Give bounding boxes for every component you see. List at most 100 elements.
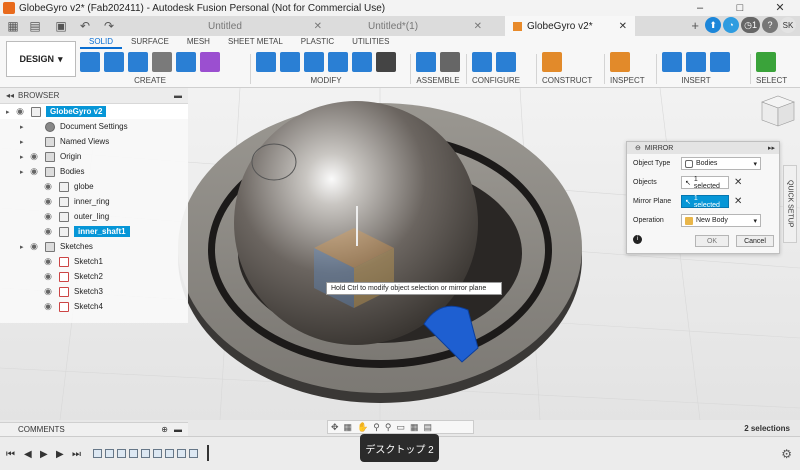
chevron-right-icon[interactable]: ▸ — [20, 153, 28, 161]
close-icon[interactable]: ✕ — [619, 21, 627, 32]
viewports-icon[interactable]: ▤ — [424, 422, 433, 433]
tree-item[interactable]: ◉ Sketch2 — [0, 269, 188, 284]
timeline-feature-icon[interactable] — [189, 449, 198, 458]
save-icon[interactable]: ▣ — [52, 17, 70, 35]
inspect-tool-0-icon[interactable] — [610, 52, 630, 72]
grid-settings-icon[interactable]: ▦ — [410, 422, 419, 433]
create-tool-3-icon[interactable] — [152, 52, 172, 72]
select-tool-0-icon[interactable] — [756, 52, 776, 72]
pan-icon[interactable]: ✋ — [357, 422, 368, 433]
play-icon[interactable]: ▶ — [40, 449, 48, 460]
tree-item[interactable]: ▸ ◉ GlobeGyro v2 — [0, 104, 188, 119]
redo-icon[interactable]: ↷ — [100, 17, 118, 35]
clear-mirror-plane-icon[interactable]: ✕ — [734, 196, 742, 207]
construct-menu[interactable]: CONSTRUCT — [542, 76, 592, 85]
ribbon-tab-mesh[interactable]: MESH — [178, 37, 219, 49]
modify-menu[interactable]: MODIFY — [256, 76, 396, 85]
tree-item[interactable]: ◉ inner_ring — [0, 194, 188, 209]
job-status-icon[interactable]: ◷ 1 — [741, 17, 760, 33]
new-tab-icon[interactable]: + — [687, 17, 703, 33]
tree-item[interactable]: ▸ ◉ Bodies — [0, 164, 188, 179]
tab-untitled[interactable]: Untitled ✕ — [200, 16, 330, 36]
create-tool-1-icon[interactable] — [104, 52, 124, 72]
modify-tool-1-icon[interactable] — [280, 52, 300, 72]
workspace-switcher[interactable]: DESIGN ▾ — [6, 41, 76, 77]
close-icon[interactable]: ✕ — [314, 21, 322, 32]
visibility-eye-icon[interactable]: ◉ — [42, 256, 54, 267]
close-window-button[interactable]: ✕ — [760, 0, 800, 16]
dialog-collapse-icon[interactable]: ⊖ — [635, 144, 641, 152]
configure-tool-0-icon[interactable] — [472, 52, 492, 72]
fit-icon[interactable]: ⚲ — [385, 422, 392, 433]
maximize-button[interactable]: □ — [720, 0, 760, 16]
tree-item[interactable]: ◉ Sketch4 — [0, 299, 188, 314]
look-at-icon[interactable]: ▦ — [344, 422, 353, 433]
quick-setup-tab[interactable]: QUICK SETUP — [783, 165, 797, 243]
construct-tool-0-icon[interactable] — [542, 52, 562, 72]
visibility-eye-icon[interactable]: ◉ — [42, 286, 54, 297]
timeline-feature-icon[interactable] — [105, 449, 114, 458]
timeline-feature-icon[interactable] — [165, 449, 174, 458]
expand-dialog-icon[interactable]: ▸▸ — [768, 144, 775, 152]
chevron-right-icon[interactable]: ▸ — [6, 108, 14, 116]
object-type-select[interactable]: Bodies ▾ — [681, 157, 761, 170]
modify-tool-4-icon[interactable] — [352, 52, 372, 72]
assemble-tool-0-icon[interactable] — [416, 52, 436, 72]
tab-globegyro[interactable]: GlobeGyro v2* ✕ — [505, 16, 635, 36]
ribbon-tab-surface[interactable]: SURFACE — [122, 37, 178, 49]
timeline-feature-icon[interactable] — [177, 449, 186, 458]
chevron-right-icon[interactable]: ▸ — [20, 123, 28, 131]
visibility-eye-icon[interactable]: ◉ — [42, 301, 54, 312]
comments-panel[interactable]: COMMENTS ⊕ ▬ — [0, 422, 188, 436]
close-icon[interactable]: ✕ — [474, 21, 482, 32]
tree-item[interactable]: ◉ Sketch1 — [0, 254, 188, 269]
create-tool-0-icon[interactable] — [80, 52, 100, 72]
modify-tool-3-icon[interactable] — [328, 52, 348, 72]
assemble-menu[interactable]: ASSEMBLE — [416, 76, 460, 85]
chevron-right-icon[interactable]: ▸ — [20, 138, 28, 146]
grid-menu-icon[interactable]: ▦ — [4, 17, 22, 35]
create-tool-4-icon[interactable] — [176, 52, 196, 72]
timeline-feature-icon[interactable] — [117, 449, 126, 458]
insert-tool-2-icon[interactable] — [710, 52, 730, 72]
zoom-icon[interactable]: ⚲ — [373, 422, 380, 433]
tree-item[interactable]: ▸ Document Settings — [0, 119, 188, 134]
mirror-plane-selector[interactable]: ↖ 1 selected — [681, 195, 729, 209]
create-menu[interactable]: CREATE — [80, 76, 220, 85]
add-comment-icon[interactable]: ⊕ — [161, 425, 168, 434]
ribbon-tab-utilities[interactable]: UTILITIES — [343, 37, 398, 49]
orbit-icon[interactable]: ✥ — [331, 422, 339, 433]
notifications-icon[interactable]: ◔ — [723, 17, 740, 33]
visibility-eye-icon[interactable]: ◉ — [42, 181, 54, 192]
ribbon-tab-plastic[interactable]: PLASTIC — [292, 37, 343, 49]
info-icon[interactable]: i — [633, 235, 642, 244]
visibility-eye-icon[interactable]: ◉ — [28, 241, 40, 252]
cancel-button[interactable]: Cancel — [736, 235, 774, 247]
go-to-start-icon[interactable]: ⏮ — [6, 449, 15, 460]
tree-item[interactable]: ◉ globe — [0, 179, 188, 194]
insert-tool-1-icon[interactable] — [686, 52, 706, 72]
ok-button[interactable]: OK — [695, 235, 729, 247]
help-icon[interactable]: ? — [762, 17, 778, 33]
minimize-button[interactable]: – — [680, 0, 720, 16]
chevron-right-icon[interactable]: ▸ — [20, 168, 28, 176]
visibility-eye-icon[interactable]: ◉ — [28, 151, 40, 162]
assemble-tool-1-icon[interactable] — [440, 52, 460, 72]
timeline-feature-icon[interactable] — [129, 449, 138, 458]
create-tool-5-icon[interactable] — [200, 52, 220, 72]
minimize-panel-icon[interactable]: ▬ — [174, 91, 182, 100]
view-cube[interactable] — [761, 95, 795, 127]
step-back-icon[interactable]: ◀ — [24, 449, 32, 460]
ribbon-tab-sheet-metal[interactable]: SHEET METAL — [219, 37, 292, 49]
configure-tool-1-icon[interactable] — [496, 52, 516, 72]
timeline-feature-icon[interactable] — [141, 449, 150, 458]
minimize-panel-icon[interactable]: ▬ — [174, 425, 182, 434]
timeline-feature-icon[interactable] — [153, 449, 162, 458]
gear-icon[interactable]: ⚙ — [781, 447, 792, 461]
configure-menu[interactable]: CONFIGURE — [472, 76, 520, 85]
ribbon-tab-solid[interactable]: SOLID — [80, 37, 123, 49]
file-menu-icon[interactable]: ▤ — [26, 17, 44, 35]
visibility-eye-icon[interactable]: ◉ — [14, 106, 26, 117]
display-settings-icon[interactable]: ▭ — [396, 422, 405, 433]
modify-tool-0-icon[interactable] — [256, 52, 276, 72]
